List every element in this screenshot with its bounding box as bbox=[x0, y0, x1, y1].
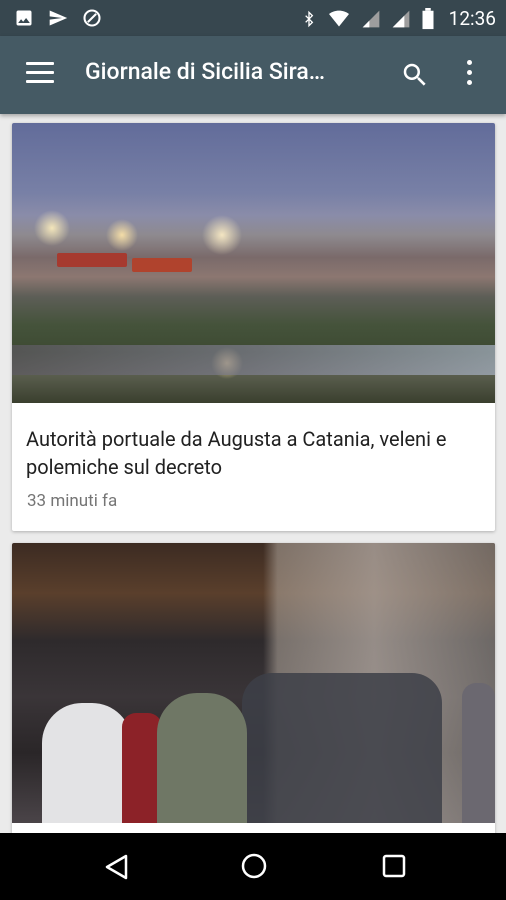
app-toolbar: Giornale di Sicilia Sira… bbox=[0, 36, 506, 114]
recents-icon[interactable] bbox=[382, 854, 406, 878]
more-vert-icon[interactable] bbox=[465, 60, 473, 88]
news-card[interactable] bbox=[12, 543, 495, 843]
shield-icon bbox=[83, 9, 101, 27]
back-icon[interactable] bbox=[103, 853, 129, 881]
status-bar: 12:36 bbox=[0, 0, 506, 36]
bluetooth-icon bbox=[304, 10, 313, 27]
news-time: 33 minuti fa bbox=[27, 491, 118, 511]
news-card[interactable]: Autorità portuale da Augusta a Catania, … bbox=[12, 123, 495, 531]
home-icon[interactable] bbox=[240, 852, 268, 880]
notification-icons bbox=[14, 8, 102, 28]
image-icon bbox=[16, 10, 32, 26]
search-icon[interactable] bbox=[400, 60, 430, 90]
menu-icon[interactable] bbox=[26, 62, 54, 84]
page-title: Giornale di Sicilia Sira… bbox=[85, 58, 326, 85]
clock: 12:36 bbox=[448, 7, 496, 30]
wifi-icon bbox=[328, 10, 349, 26]
news-title: Autorità portuale da Augusta a Catania, … bbox=[26, 427, 447, 479]
battery-icon bbox=[422, 7, 434, 29]
news-image bbox=[12, 123, 495, 403]
navigation-bar bbox=[0, 833, 506, 900]
news-image bbox=[12, 543, 495, 823]
send-icon bbox=[49, 10, 68, 26]
signal-icon bbox=[362, 10, 380, 27]
signal-icon bbox=[392, 10, 410, 27]
system-icons: 12:36 bbox=[301, 7, 496, 30]
